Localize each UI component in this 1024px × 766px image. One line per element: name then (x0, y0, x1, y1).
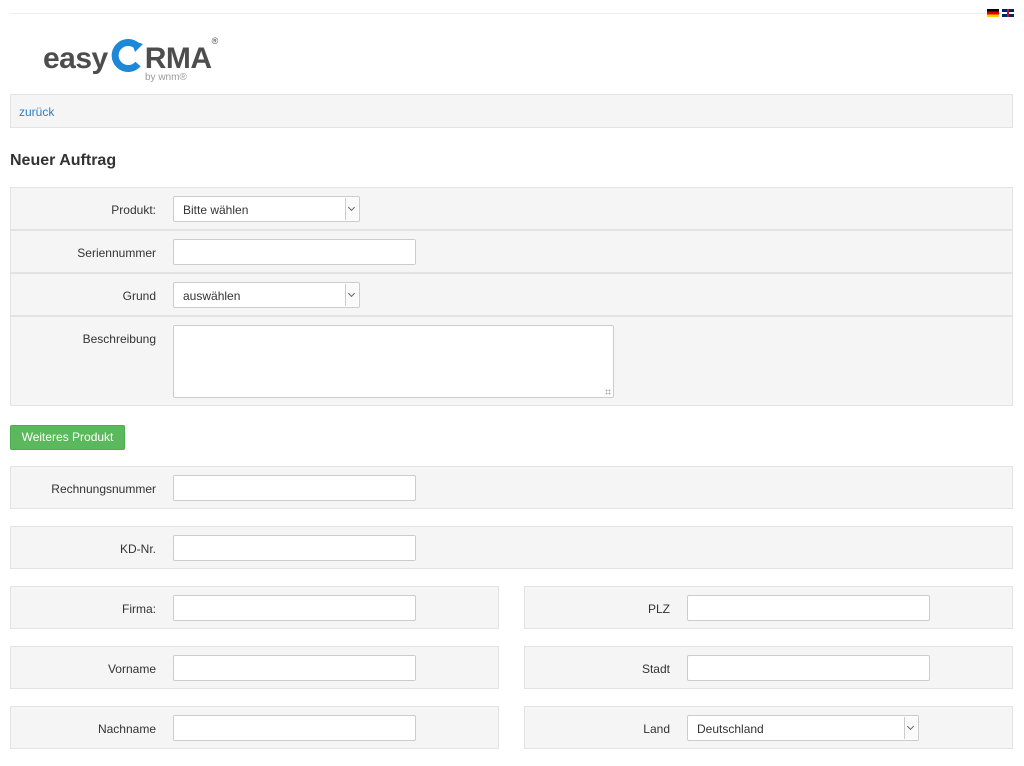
flag-de-icon[interactable] (987, 9, 999, 17)
stadt-label: Stadt (641, 662, 670, 676)
land-select[interactable]: Deutschland (687, 715, 919, 741)
chevron-down-icon (345, 284, 358, 306)
plz-label: PLZ (647, 602, 670, 616)
logo-byline: by wnm® (145, 72, 187, 83)
rechnungsnummer-input[interactable] (173, 475, 416, 501)
vorname-label: Vorname (107, 662, 156, 676)
beschreibung-textarea[interactable] (173, 325, 614, 398)
row-seriennummer: Seriennummer (10, 230, 1013, 273)
logo-text-rma: RMA (144, 42, 212, 75)
grund-select-value: auswählen (183, 289, 241, 303)
produkt-select[interactable]: Bitte wählen (173, 196, 360, 222)
land-select-value: Deutschland (697, 722, 764, 736)
firma-label: Firma: (122, 602, 156, 616)
vorname-input[interactable] (173, 655, 416, 681)
kdnr-input[interactable] (173, 535, 416, 561)
land-label: Land (643, 722, 670, 736)
row-stadt: Stadt (524, 646, 1013, 689)
page-title: Neuer Auftrag (10, 152, 117, 169)
back-bar: zurück (10, 94, 1013, 128)
seriennummer-label: Seriennummer (77, 246, 156, 260)
row-beschreibung: Beschreibung (10, 316, 1013, 406)
add-product-button[interactable]: Weiteres Produkt (10, 425, 125, 450)
grund-select[interactable]: auswählen (173, 282, 360, 308)
stadt-input[interactable] (687, 655, 930, 681)
produkt-select-value: Bitte wählen (183, 203, 249, 217)
row-land: Land Deutschland (524, 706, 1013, 749)
row-rechnungsnummer: Rechnungsnummer (10, 466, 1013, 509)
nachname-input[interactable] (173, 715, 416, 741)
top-divider (10, 13, 1014, 14)
easyrma-logo[interactable]: easy RMA ® by wnm® (43, 30, 219, 83)
logo-text-easy: easy (43, 42, 108, 75)
logo-circular-arrow-icon (111, 39, 143, 72)
plz-input[interactable] (687, 595, 930, 621)
firma-input[interactable] (173, 595, 416, 621)
row-kdnr: KD-Nr. (10, 526, 1013, 569)
flag-gb-icon[interactable] (1002, 9, 1014, 17)
chevron-down-icon (904, 717, 917, 739)
beschreibung-label: Beschreibung (82, 332, 156, 346)
seriennummer-input[interactable] (173, 239, 416, 265)
produkt-label: Produkt: (111, 203, 156, 217)
row-plz: PLZ (524, 586, 1013, 629)
grund-label: Grund (122, 289, 156, 303)
row-grund: Grund auswählen (10, 273, 1013, 316)
logo-registered-mark: ® (211, 36, 219, 46)
resize-grip-icon[interactable] (605, 389, 611, 395)
language-switcher (987, 9, 1014, 17)
row-produkt: Produkt: Bitte wählen (10, 187, 1013, 230)
back-link[interactable]: zurück (19, 105, 54, 119)
kdnr-label: KD-Nr. (120, 542, 156, 556)
row-nachname: Nachname (10, 706, 499, 749)
row-vorname: Vorname (10, 646, 499, 689)
chevron-down-icon (345, 198, 358, 220)
nachname-label: Nachname (97, 722, 156, 736)
row-firma: Firma: (10, 586, 499, 629)
rechnungsnummer-label: Rechnungsnummer (51, 482, 156, 496)
